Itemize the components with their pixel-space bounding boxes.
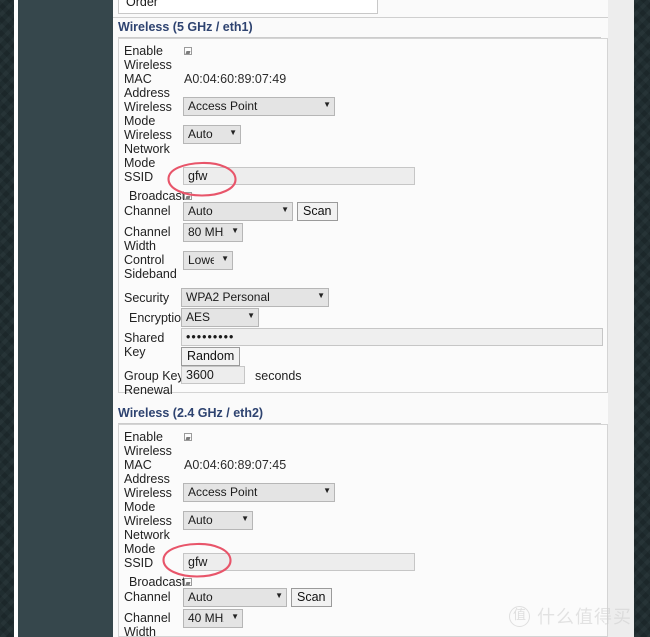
- order-field[interactable]: Order: [118, 0, 378, 14]
- select-control-sideband-5ghz[interactable]: Lower: [183, 251, 233, 270]
- select-wireless-network-mode-24ghz[interactable]: Auto: [183, 511, 253, 530]
- value-mac-address-5ghz: A0:04:60:89:07:49: [184, 72, 287, 86]
- divider-top: [113, 17, 608, 18]
- input-ssid-24ghz[interactable]: [183, 553, 415, 571]
- select-encryption-5ghz[interactable]: AES: [181, 308, 259, 327]
- value-mac-address-24ghz: A0:04:60:89:07:45: [184, 458, 287, 472]
- label-wireless-mode-24ghz: Wireless Mode: [124, 486, 172, 514]
- label-wireless-network-mode-5ghz: Wireless Network Mode: [124, 128, 172, 170]
- label-group-key-renewal-5ghz: Group Key Renewal: [124, 369, 184, 397]
- scan-button-5ghz[interactable]: Scan: [297, 202, 338, 221]
- label-broadcast-24ghz: Broadcast: [129, 575, 186, 589]
- select-channel-width-24ghz[interactable]: 40 MHz: [183, 609, 243, 628]
- input-group-key-renewal-5ghz[interactable]: [181, 366, 245, 384]
- label-security-5ghz: Security: [124, 291, 170, 305]
- label-mac-address-24ghz: MAC Address: [124, 458, 170, 486]
- wireless-5ghz-panel: Enable Wireless MAC Address A0:04:60:89:…: [118, 38, 608, 397]
- label-wireless-network-mode-24ghz: Wireless Network Mode: [124, 514, 172, 556]
- label-enable-wireless-24ghz: Enable Wireless: [124, 430, 172, 458]
- random-key-button-5ghz[interactable]: Random: [181, 347, 241, 366]
- label-ssid-24ghz: SSID: [124, 556, 154, 570]
- screenshot-root: Order Wireless (5 GHz / eth1) Enable Wir…: [0, 0, 650, 637]
- input-ssid-5ghz[interactable]: [183, 167, 415, 185]
- label-channel-width-5ghz: Channel Width: [124, 225, 171, 253]
- desktop-background-right: [634, 0, 650, 637]
- page-area: Order Wireless (5 GHz / eth1) Enable Wir…: [113, 0, 634, 637]
- label-ssid-5ghz: SSID: [124, 170, 154, 184]
- label-enable-wireless-5ghz: Enable Wireless: [124, 44, 172, 72]
- select-wireless-mode-24ghz[interactable]: Access Point: [183, 483, 335, 502]
- checkbox-icon-enable-wireless-5ghz[interactable]: [184, 47, 192, 55]
- label-channel-24ghz: Channel: [124, 590, 171, 604]
- wireless-24ghz-panel: Enable Wireless MAC Address A0:04:60:89:…: [118, 424, 608, 637]
- desktop-background-left: [0, 0, 14, 637]
- select-channel-width-5ghz[interactable]: 80 MHz: [183, 223, 243, 242]
- label-broadcast-5ghz: Broadcast: [129, 189, 186, 203]
- select-wireless-network-mode-5ghz[interactable]: Auto: [183, 125, 241, 144]
- browser-side-panel: [18, 0, 113, 637]
- label-channel-5ghz: Channel: [124, 204, 171, 218]
- label-mac-address-5ghz: MAC Address: [124, 72, 170, 100]
- select-channel-5ghz[interactable]: Auto: [183, 202, 293, 221]
- label-control-sideband-5ghz: Control Sideband: [124, 253, 177, 281]
- label-encryption-5ghz: Encryption: [129, 311, 189, 325]
- unit-group-key-renewal-5ghz: seconds: [255, 369, 302, 383]
- label-wireless-mode-5ghz: Wireless Mode: [124, 100, 172, 128]
- checkbox-icon-enable-wireless-24ghz[interactable]: [184, 433, 192, 441]
- section-header-wireless-5ghz: Wireless (5 GHz / eth1): [118, 20, 601, 38]
- checkbox-icon-broadcast-24ghz[interactable]: [184, 578, 192, 586]
- select-wireless-mode-5ghz[interactable]: Access Point: [183, 97, 335, 116]
- label-shared-key-5ghz: Shared Key: [124, 331, 165, 359]
- select-security-5ghz[interactable]: WPA2 Personal: [181, 288, 329, 307]
- input-shared-key-5ghz[interactable]: [181, 328, 603, 346]
- checkbox-icon-broadcast-5ghz[interactable]: [184, 192, 192, 200]
- settings-content-column: Order Wireless (5 GHz / eth1) Enable Wir…: [113, 0, 608, 637]
- section-header-wireless-24ghz: Wireless (2.4 GHz / eth2): [118, 406, 601, 424]
- label-channel-width-24ghz: Channel Width: [124, 611, 171, 637]
- scan-button-24ghz[interactable]: Scan: [291, 588, 332, 607]
- select-channel-24ghz[interactable]: Auto: [183, 588, 287, 607]
